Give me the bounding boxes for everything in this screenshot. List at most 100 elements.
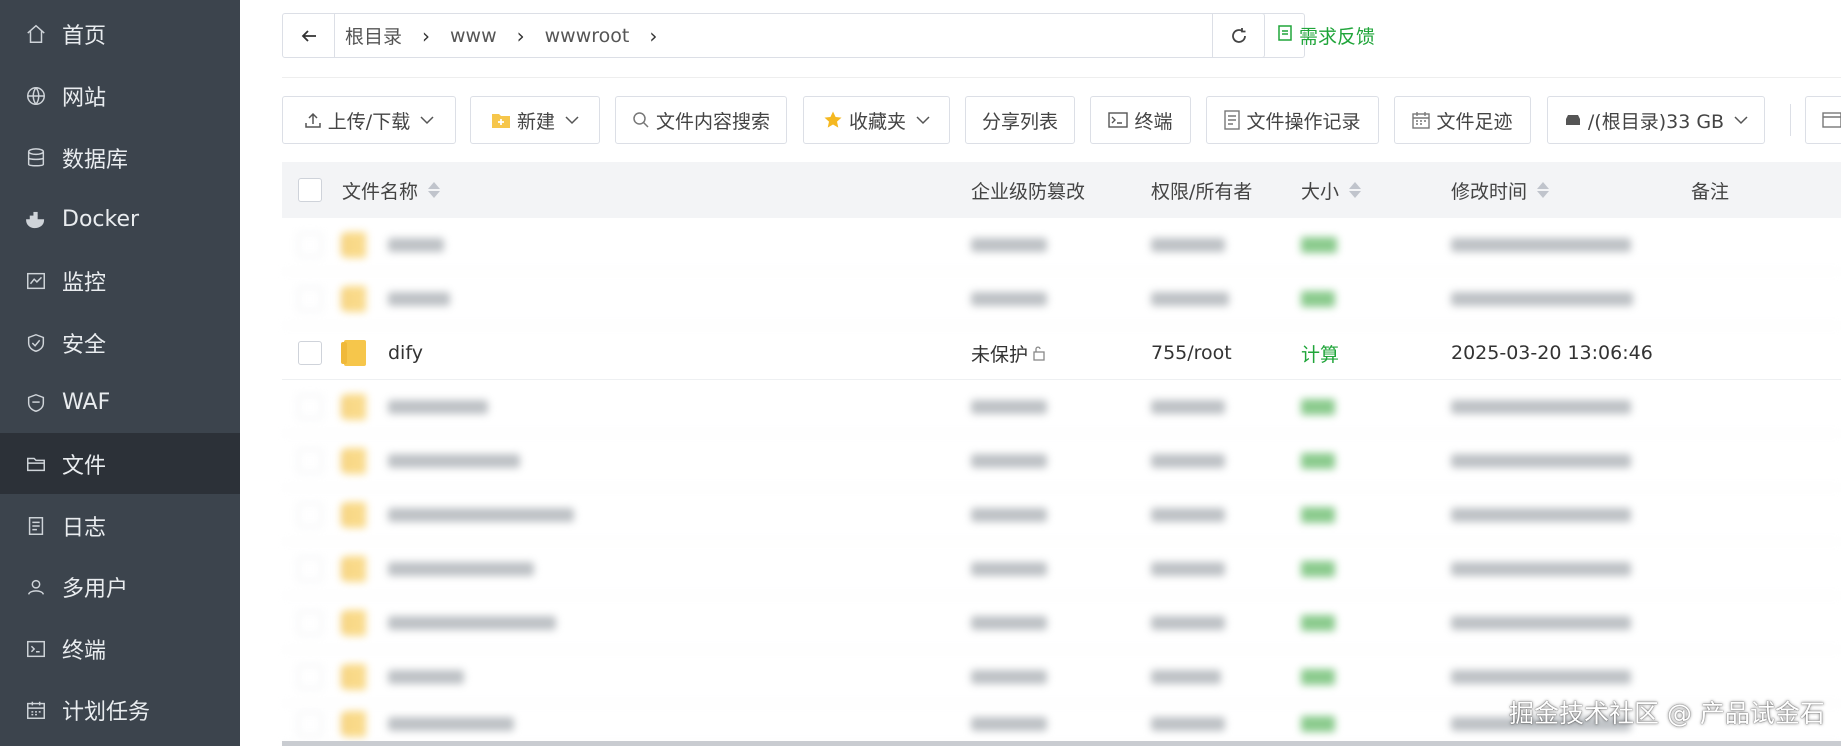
window-icon: [1822, 111, 1841, 129]
sidebar-item-terminal[interactable]: 终端: [0, 618, 240, 679]
upload-download-button[interactable]: 上传/下载: [282, 96, 456, 144]
home-icon: [24, 22, 48, 46]
blurred-filename: [388, 650, 464, 704]
table-row[interactable]: [282, 596, 1841, 650]
table-row[interactable]: [282, 542, 1841, 596]
blurred-filename: [388, 218, 444, 272]
disk-label: /(根目录)33 GB: [1587, 110, 1725, 133]
tamper-status[interactable]: 未保护: [971, 326, 1047, 380]
horizontal-scrollbar[interactable]: [282, 741, 1841, 746]
column-size-header[interactable]: 大小: [1301, 177, 1362, 204]
blurred-perm: [1151, 218, 1225, 272]
sidebar-item-label: 计划任务: [62, 699, 151, 725]
column-tamper-label: 企业级防篡改: [971, 180, 1086, 203]
new-button[interactable]: 新建: [470, 96, 600, 144]
folder-icon: [341, 380, 366, 434]
file-footprint-button[interactable]: 文件足迹: [1394, 96, 1531, 144]
content-search-button[interactable]: 文件内容搜索: [615, 96, 787, 144]
footprint-label: 文件足迹: [1436, 110, 1513, 133]
blurred-filename: [388, 434, 520, 488]
table-row[interactable]: [282, 380, 1841, 434]
row-checkbox[interactable]: [298, 326, 322, 380]
sidebar-item-home[interactable]: 首页: [0, 3, 240, 64]
row-checkbox[interactable]: [298, 650, 322, 704]
blurred-size: [1301, 488, 1335, 542]
crumb-www[interactable]: www: [450, 25, 497, 47]
table-row[interactable]: [282, 434, 1841, 488]
chevron-down-icon: [420, 115, 434, 125]
favorites-button[interactable]: 收藏夹: [803, 96, 950, 144]
row-checkbox[interactable]: [298, 218, 322, 272]
blurred-filename: [388, 596, 556, 650]
column-mtime-header[interactable]: 修改时间: [1451, 177, 1550, 204]
table-row-dify[interactable]: dify 未保护 755/root 计算 2025-03-20 13:06:46: [282, 326, 1841, 380]
sidebar-item-logs[interactable]: 日志: [0, 495, 240, 556]
monitor-icon: [24, 269, 48, 293]
table-row[interactable]: [282, 488, 1841, 542]
column-name-header[interactable]: 文件名称: [342, 177, 441, 204]
sort-icon[interactable]: [428, 182, 441, 198]
sidebar-item-security[interactable]: 安全: [0, 312, 240, 373]
table-row[interactable]: [282, 218, 1841, 272]
refresh-button[interactable]: [1212, 13, 1265, 58]
file-table-header: 文件名称 企业级防篡改 权限/所有者 大小 修改时间 备注: [282, 162, 1841, 218]
file-operation-log-button[interactable]: 文件操作记录: [1206, 96, 1379, 144]
table-row[interactable]: [282, 272, 1841, 326]
row-checkbox[interactable]: [298, 542, 322, 596]
database-icon: [24, 146, 48, 170]
more-tools-button[interactable]: [1805, 96, 1841, 144]
permission-owner[interactable]: 755/root: [1151, 326, 1232, 380]
sidebar-item-cron[interactable]: 计划任务: [0, 679, 240, 740]
sidebar-item-websites[interactable]: 网站: [0, 65, 240, 126]
blurred-mtime: [1451, 596, 1631, 650]
back-button[interactable]: [283, 14, 335, 57]
sidebar-item-label: 多用户: [62, 576, 129, 602]
sidebar-item-waf[interactable]: WAF: [0, 372, 240, 433]
row-checkbox[interactable]: [298, 380, 322, 434]
disk-select-button[interactable]: /(根目录)33 GB: [1547, 96, 1765, 144]
users-icon: [24, 575, 48, 599]
crumb-root[interactable]: 根目录: [345, 22, 402, 49]
folder-icon: [341, 326, 366, 380]
crumb-wwwroot[interactable]: wwwroot: [545, 25, 630, 47]
docker-icon: [24, 208, 48, 232]
chevron-down-icon: [1734, 115, 1748, 125]
folder-icon: [341, 272, 366, 326]
folder-icon: [341, 488, 366, 542]
sidebar-item-label: 日志: [62, 515, 107, 541]
terminal-icon: [24, 637, 48, 661]
refresh-icon: [1231, 27, 1246, 43]
feedback-link[interactable]: 需求反馈: [1278, 22, 1375, 49]
calculate-size-link[interactable]: 计算: [1301, 326, 1339, 380]
main-content: 根目录 › www › wwwroot › 需求反馈 上传/下载 新建 文件内容…: [240, 0, 1841, 746]
select-all-checkbox[interactable]: [298, 178, 322, 202]
sidebar-item-files[interactable]: 文件: [0, 433, 240, 494]
blurred-mtime: [1451, 542, 1631, 596]
blurred-tamper: [971, 380, 1047, 434]
terminal-icon: [1108, 111, 1129, 129]
row-checkbox[interactable]: [298, 596, 322, 650]
sort-icon[interactable]: [1349, 182, 1362, 198]
row-checkbox[interactable]: [298, 704, 322, 744]
path-bar[interactable]: 根目录 › www › wwwroot ›: [282, 13, 1305, 58]
file-name[interactable]: dify: [388, 326, 423, 380]
sidebar-item-users[interactable]: 多用户: [0, 556, 240, 617]
column-note-label: 备注: [1691, 180, 1730, 203]
folder-icon: [341, 218, 366, 272]
document-icon: [1224, 110, 1241, 130]
sidebar-item-docker[interactable]: Docker: [0, 189, 240, 250]
blurred-filename: [388, 380, 488, 434]
sort-icon[interactable]: [1537, 182, 1550, 198]
sidebar-item-database[interactable]: 数据库: [0, 127, 240, 188]
row-checkbox[interactable]: [298, 434, 322, 488]
sidebar-item-monitor[interactable]: 监控: [0, 250, 240, 311]
blurred-mtime: [1451, 218, 1631, 272]
share-list-button[interactable]: 分享列表: [965, 96, 1075, 144]
blurred-tamper: [971, 488, 1047, 542]
unlock-icon: [1031, 345, 1047, 361]
sidebar-item-label: Docker: [62, 207, 140, 232]
row-checkbox[interactable]: [298, 488, 322, 542]
terminal-button[interactable]: 终端: [1090, 96, 1191, 144]
divider: [282, 77, 1841, 78]
row-checkbox[interactable]: [298, 272, 322, 326]
